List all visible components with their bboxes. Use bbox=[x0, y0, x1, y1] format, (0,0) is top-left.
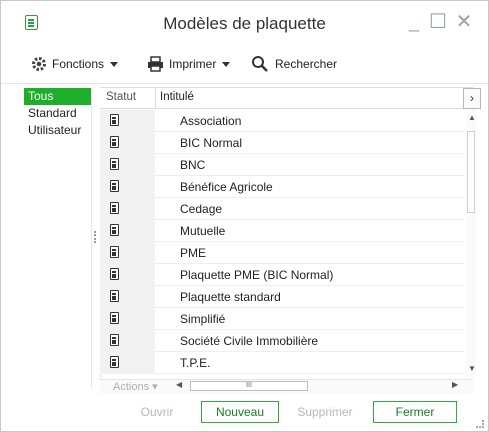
status-cell bbox=[100, 242, 155, 263]
templates-grid: Statut Intitulé › Association BIC Normal… bbox=[100, 87, 481, 379]
status-cell bbox=[100, 110, 155, 131]
template-icon bbox=[110, 356, 119, 368]
template-icon bbox=[110, 224, 119, 236]
row-label: Plaquette PME (BIC Normal) bbox=[180, 268, 334, 282]
resize-grip-icon[interactable] bbox=[476, 420, 484, 428]
functions-label: Fonctions bbox=[52, 57, 105, 71]
status-cell bbox=[100, 352, 155, 373]
functions-menu-button[interactable]: Fonctions bbox=[31, 55, 119, 73]
status-cell bbox=[100, 308, 155, 329]
template-icon bbox=[110, 246, 119, 258]
open-button[interactable]: Ouvrir bbox=[123, 401, 191, 423]
table-row[interactable]: Plaquette PME (BIC Normal) bbox=[100, 264, 464, 286]
delete-button[interactable]: Supprimer bbox=[285, 401, 365, 423]
splitter-grip bbox=[94, 231, 98, 243]
status-cell bbox=[100, 264, 155, 285]
print-label: Imprimer bbox=[169, 57, 217, 71]
dialog-footer: Ouvrir Nouveau Supprimer Fermer bbox=[1, 395, 488, 431]
horizontal-scrollbar[interactable]: ◀ III ▶ bbox=[176, 380, 458, 393]
template-icon bbox=[110, 202, 119, 214]
actions-label: Actions bbox=[113, 381, 150, 393]
row-label: Simplifié bbox=[180, 312, 226, 326]
gear-icon bbox=[32, 57, 46, 71]
template-icon bbox=[110, 136, 119, 148]
sidebar-item-standard[interactable]: Standard bbox=[24, 105, 91, 122]
filter-sidebar: Tous Standard Utilisateur bbox=[24, 88, 91, 388]
grid-bottom-bar: Actions ▾ ◀ III ▶ bbox=[100, 379, 473, 394]
sidebar-item-tous[interactable]: Tous bbox=[24, 88, 91, 105]
status-cell bbox=[100, 154, 155, 175]
search-button[interactable]: Rechercher bbox=[251, 55, 337, 73]
row-label: Mutuelle bbox=[180, 224, 226, 238]
template-icon bbox=[110, 290, 119, 302]
table-row[interactable]: Simplifié bbox=[100, 308, 464, 330]
new-button[interactable]: Nouveau bbox=[201, 401, 279, 423]
status-cell bbox=[100, 198, 155, 219]
minimize-icon[interactable]: _ bbox=[403, 11, 425, 33]
horizontal-scroll-thumb[interactable]: III bbox=[190, 381, 308, 391]
template-icon bbox=[110, 114, 119, 126]
status-cell bbox=[100, 286, 155, 307]
table-row[interactable]: Bénéfice Agricole bbox=[100, 176, 464, 198]
table-row[interactable]: Cedage bbox=[100, 198, 464, 220]
table-row[interactable]: Mutuelle bbox=[100, 220, 464, 242]
table-row[interactable]: BIC Normal bbox=[100, 132, 464, 154]
template-icon bbox=[110, 268, 119, 280]
table-row[interactable]: BNC bbox=[100, 154, 464, 176]
scroll-right-icon[interactable]: ▶ bbox=[452, 380, 458, 389]
row-label: Cedage bbox=[180, 202, 223, 216]
status-cell bbox=[100, 220, 155, 241]
template-icon bbox=[110, 158, 119, 170]
grid-header: Statut Intitulé › bbox=[100, 88, 481, 109]
scroll-down-icon[interactable]: ▼ bbox=[468, 364, 476, 373]
close-icon[interactable]: ✕ bbox=[453, 11, 475, 33]
print-menu-button[interactable]: Imprimer bbox=[147, 55, 231, 73]
row-label: Société Civile Immobilière bbox=[180, 334, 319, 348]
actions-menu-button[interactable]: Actions ▾ bbox=[113, 380, 158, 393]
row-label: PME bbox=[180, 246, 207, 260]
row-label: T.P.E. bbox=[180, 356, 211, 370]
scroll-up-icon[interactable]: ▲ bbox=[468, 113, 476, 122]
printer-icon bbox=[148, 56, 163, 72]
scroll-left-icon[interactable]: ◀ bbox=[176, 380, 182, 389]
grid-rows: Association BIC Normal BNC Bénéfice Agri… bbox=[100, 110, 464, 374]
chevron-right-icon[interactable]: › bbox=[463, 88, 481, 109]
sidebar-item-utilisateur[interactable]: Utilisateur bbox=[24, 122, 91, 139]
maximize-icon[interactable]: ☐ bbox=[427, 11, 449, 33]
row-label: BNC bbox=[180, 158, 206, 172]
search-icon bbox=[252, 56, 268, 72]
row-label: Association bbox=[180, 114, 242, 128]
table-row[interactable]: Plaquette standard bbox=[100, 286, 464, 308]
row-label: Plaquette standard bbox=[180, 290, 281, 304]
column-header-intitule[interactable]: Intitulé bbox=[160, 91, 194, 103]
row-label: BIC Normal bbox=[180, 136, 243, 150]
dialog-window: Modèles de plaquette _ ☐ ✕ Fonctions Imp… bbox=[0, 0, 489, 432]
status-cell bbox=[100, 330, 155, 351]
chevron-down-icon bbox=[110, 61, 119, 67]
table-row[interactable]: Société Civile Immobilière bbox=[100, 330, 464, 352]
toolbar: Fonctions Imprimer Rechercher bbox=[1, 45, 488, 84]
table-row[interactable]: Association bbox=[100, 110, 464, 132]
table-row[interactable]: PME bbox=[100, 242, 464, 264]
column-header-statut[interactable]: Statut bbox=[106, 91, 136, 103]
table-row[interactable]: T.P.E. bbox=[100, 352, 464, 374]
template-icon bbox=[110, 334, 119, 346]
title-bar: Modèles de plaquette _ ☐ ✕ bbox=[1, 1, 488, 45]
column-divider[interactable] bbox=[155, 88, 156, 108]
template-icon bbox=[110, 312, 119, 324]
vertical-scroll-thumb[interactable] bbox=[467, 131, 475, 213]
status-cell bbox=[100, 132, 155, 153]
row-label: Bénéfice Agricole bbox=[180, 180, 273, 194]
chevron-down-icon bbox=[222, 61, 231, 67]
search-label: Rechercher bbox=[275, 57, 338, 71]
close-button[interactable]: Fermer bbox=[373, 401, 457, 423]
vertical-scrollbar[interactable]: ▲ ▼ bbox=[466, 109, 476, 378]
template-icon bbox=[110, 180, 119, 192]
status-cell bbox=[100, 176, 155, 197]
